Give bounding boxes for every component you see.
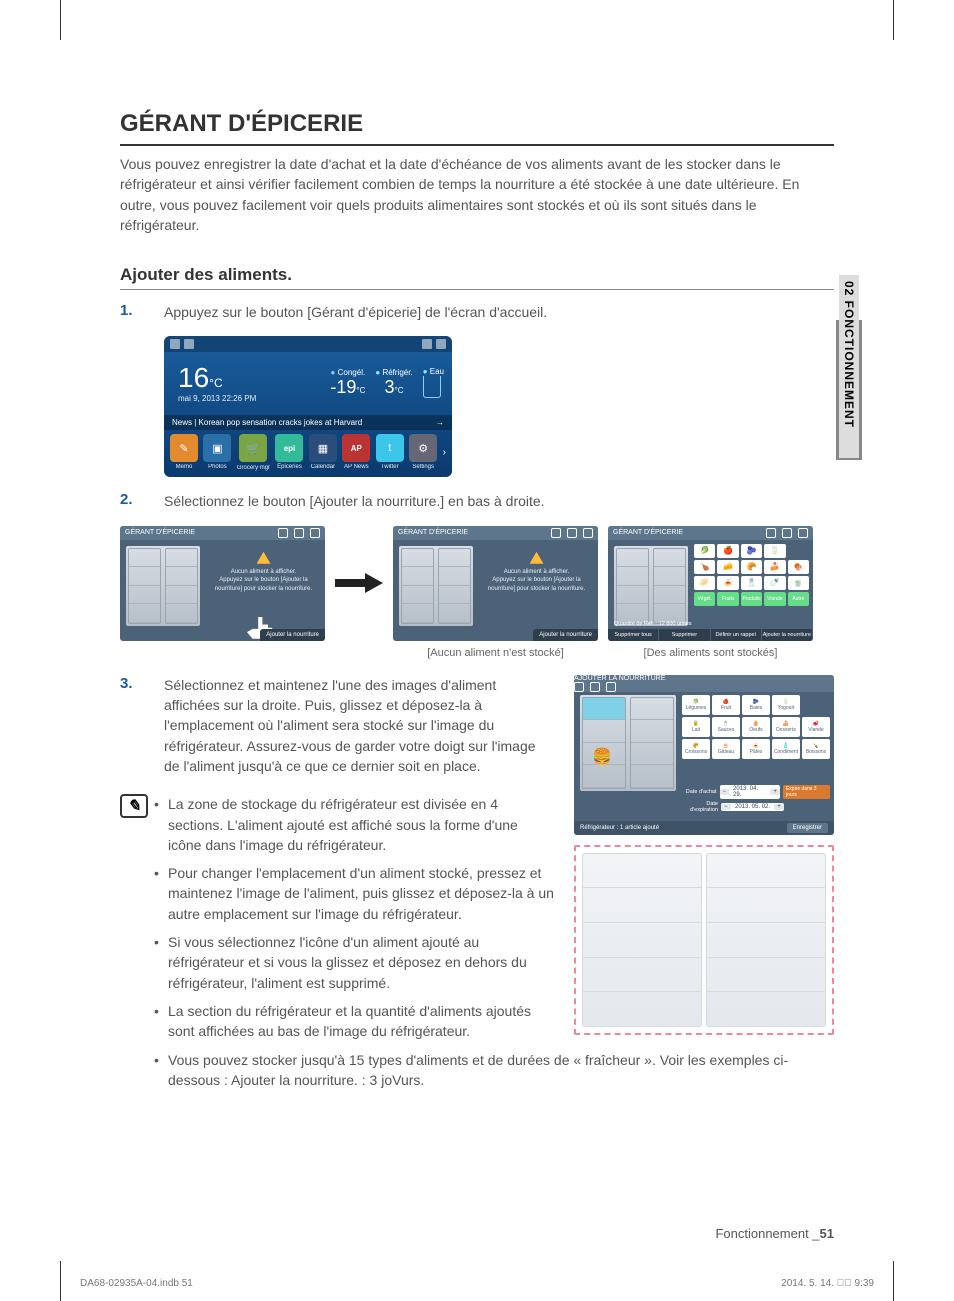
freezer-temp: -19°C <box>330 377 365 398</box>
delete-button[interactable]: Supprimer <box>659 629 710 641</box>
add-food-status: Réfrigérateur : 1 article ajouté <box>580 825 659 831</box>
note-icon: ✎ <box>120 794 154 1049</box>
food-grid: 🥬🍎🫐🥛 🍗🧀🥐🍰🍖 🥟🍝🧂🍼🍵 Végét.FruitsProduitsVia… <box>694 544 809 623</box>
step-number-3: 3. <box>120 675 164 776</box>
panel-title: GÉRANT D'ÉPICERIE <box>125 529 195 536</box>
page-title: GÉRANT D'ÉPICERIE <box>120 110 834 138</box>
home-icon[interactable] <box>294 528 304 538</box>
app-dock: ✎Memo ▣Photos 🛒Groceryᐧmgr epiÉpiceries … <box>164 430 452 477</box>
bullet-5: Vous pouvez stocker jusqu'à 15 types d'a… <box>154 1050 834 1091</box>
rule <box>120 144 834 146</box>
subheading: Ajouter des aliments. <box>120 265 834 285</box>
thin-rule <box>120 289 834 290</box>
trash-icon[interactable] <box>278 528 288 538</box>
fridge-sections-diagram <box>574 845 834 1035</box>
bullet-3: Si vous sélectionnez l'icône d'un alimen… <box>154 932 554 993</box>
weather-icon <box>422 339 432 349</box>
warning-icon <box>257 552 271 564</box>
calendar-app-icon[interactable]: ▦ <box>309 434 337 462</box>
freezer-label: Congél. <box>338 368 366 377</box>
delete-all-button[interactable]: Supprimer tous <box>608 629 659 641</box>
back-icon[interactable] <box>798 528 808 538</box>
date-exp-label: Date d'expiration <box>682 801 718 813</box>
status-bar <box>164 336 452 352</box>
outdoor-temp: 16°C <box>178 362 223 393</box>
grocery-panel-stocked: GÉRANT D'ÉPICERIE 🥬🍎🫐🥛 🍗🧀🥐🍰🍖 🥟🍝🧂🍼🍵 Végét… <box>608 526 813 641</box>
home-icon[interactable] <box>567 528 577 538</box>
lock-icon <box>436 339 446 349</box>
grocery-panel-empty-touch: GÉRANT D'ÉPICERIE Aucun aliment à affich… <box>120 526 325 641</box>
sound-icon <box>184 339 194 349</box>
caption-empty: [Aucun aliment n'est stocké] <box>393 647 598 659</box>
news-ticker: News | Korean pop sensation cracks jokes… <box>164 415 452 430</box>
water-cup-icon <box>423 376 441 398</box>
trash-icon[interactable] <box>551 528 561 538</box>
memo-app-icon[interactable]: ✎ <box>170 434 198 462</box>
caption-stocked: [Des aliments sont stockés] <box>608 647 813 659</box>
food-category-grid: 🥬Légumes 🍎Fruit 🫐Baies 🥛Yogourt 🥫Lait 🧂S… <box>682 695 830 759</box>
add-food-title: AJOUTER LA NOURRITURE <box>574 675 665 682</box>
trash-icon[interactable] <box>766 528 776 538</box>
grid-status: Quantité de Réf. : 12 800 unités <box>614 621 692 627</box>
add-button[interactable]: Ajouter la nourriture <box>762 629 813 641</box>
save-button[interactable]: Enregistrer <box>787 823 828 833</box>
empty-header: Aucun aliment à afficher. <box>208 568 319 576</box>
fridge-label: Réfrigér. <box>382 368 412 377</box>
section-tab: 02 FONCTIONNEMENT <box>839 275 859 458</box>
date-time: mai 9, 2013 22:26 PM <box>178 394 256 403</box>
date-buy-label: Date d'achat <box>682 789 717 795</box>
wifi-icon <box>170 339 180 349</box>
step-number-2: 2. <box>120 491 164 511</box>
back-icon[interactable] <box>606 682 616 692</box>
warning-icon <box>530 552 544 564</box>
home-icon[interactable] <box>590 682 600 692</box>
step-text-3: Sélectionnez et maintenez l'une des imag… <box>164 675 554 776</box>
date-exp-stepper[interactable]: −2013. 05. 02.+ <box>721 803 784 811</box>
step-text-1: Appuyez sur le bouton [Gérant d'épicerie… <box>164 302 834 322</box>
home-screen-figure: 16°C mai 9, 2013 22:26 PM ● Congél.-19°C… <box>164 336 452 477</box>
page-footer: Fonctionnement _51 <box>120 1226 834 1241</box>
bullet-2: Pour changer l'emplacement d'un aliment … <box>154 863 554 924</box>
twitter-app-icon[interactable]: t <box>376 434 404 462</box>
grocerymgr-app-icon[interactable]: 🛒 <box>239 434 267 462</box>
back-icon[interactable] <box>583 528 593 538</box>
grocery-panel-empty: GÉRANT D'ÉPICERIE Aucun aliment à affich… <box>393 526 598 641</box>
arrow-right-icon <box>335 526 383 641</box>
dragged-food-icon: 🍔 <box>592 747 612 767</box>
bullet-4: La section du réfrigérateur et la quanti… <box>154 1001 554 1042</box>
photos-app-icon[interactable]: ▣ <box>203 434 231 462</box>
add-food-panel: AJOUTER LA NOURRITURE 🍔 🥬Légumes 🍎Fruit … <box>574 675 834 835</box>
water-label: Eau <box>430 367 444 376</box>
expires-pill: Expire dans 3 jours <box>783 785 830 799</box>
apnews-app-icon[interactable]: AP <box>342 434 370 462</box>
bullet-1: La zone de stockage du réfrigérateur est… <box>154 794 554 855</box>
home-icon[interactable] <box>782 528 792 538</box>
back-icon[interactable] <box>310 528 320 538</box>
date-buy-stepper[interactable]: −2013. 04. 29.+ <box>720 785 780 799</box>
dock-next-icon[interactable]: › <box>443 447 446 458</box>
trash-icon[interactable] <box>574 682 584 692</box>
add-food-button[interactable]: Ajouter la nourriture <box>533 629 598 641</box>
settings-app-icon[interactable]: ⚙ <box>409 434 437 462</box>
reminder-button[interactable]: Définir un rappel <box>711 629 762 641</box>
print-mark: DA68-02935A-04.indb 51 2014. 5. 14.    9… <box>80 1278 874 1289</box>
epiceries-app-icon[interactable]: epi <box>275 434 303 462</box>
step-number-1: 1. <box>120 302 164 322</box>
fridge-temp: 3°C <box>375 377 412 398</box>
step-text-2: Sélectionnez le bouton [Ajouter la nourr… <box>164 491 834 511</box>
add-food-button[interactable]: Ajouter la nourriture <box>260 629 325 641</box>
empty-body: Appuyez sur le bouton [Ajouter la nourri… <box>208 576 319 593</box>
intro-paragraph: Vous pouvez enregistrer la date d'achat … <box>120 154 834 235</box>
